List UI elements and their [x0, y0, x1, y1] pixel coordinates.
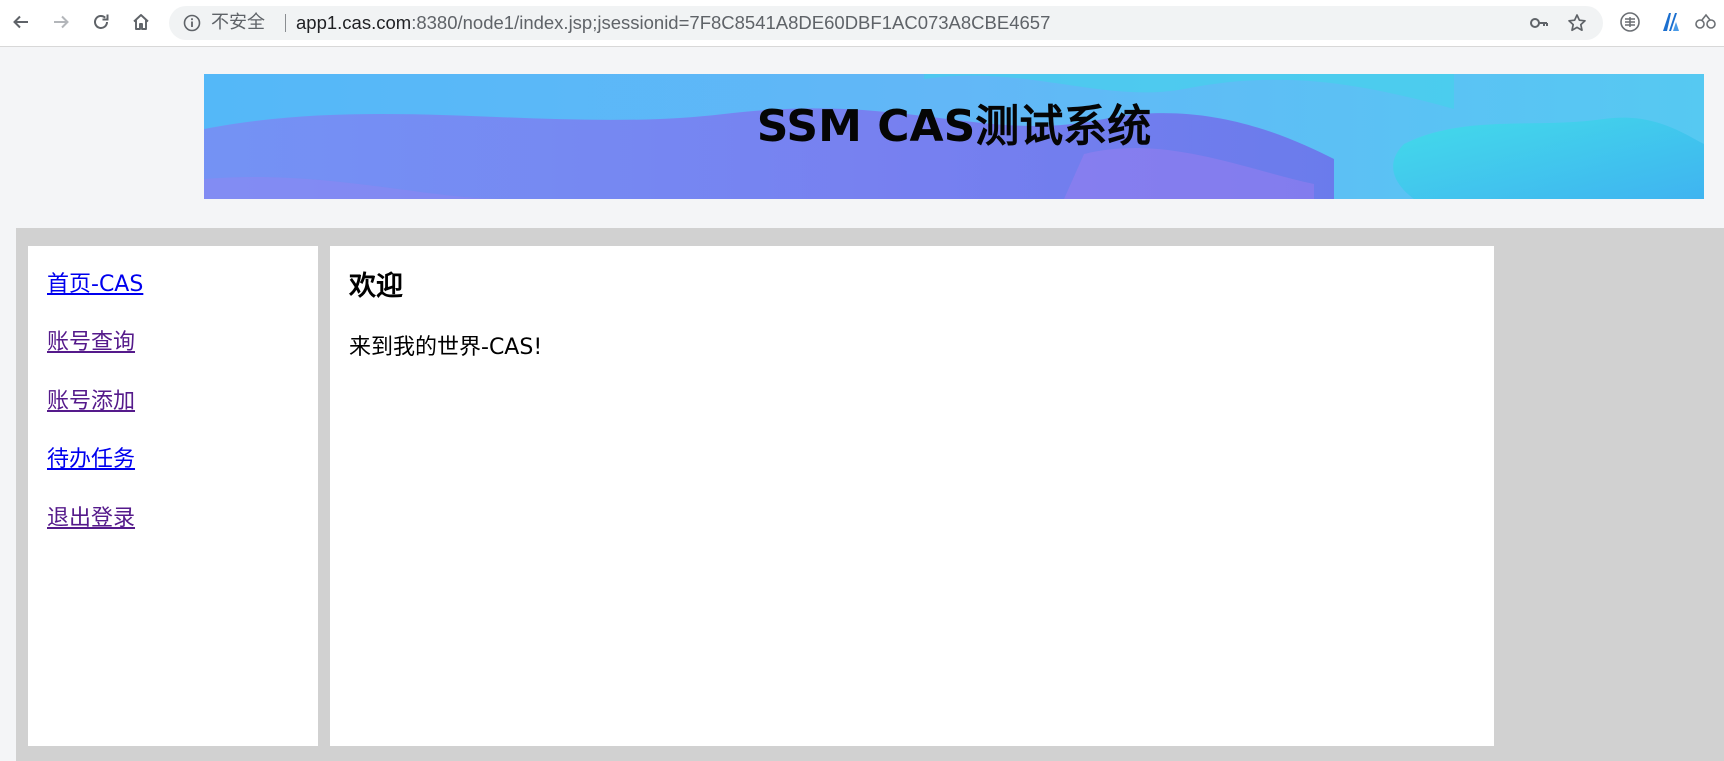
url-text[interactable]: app1.cas.com:8380/node1/index.jsp;jsessi…: [285, 6, 1050, 40]
cloud-extension-icon[interactable]: [1693, 9, 1719, 35]
nav-link-account-add[interactable]: 账号添加: [47, 383, 135, 415]
url-path: :8380/node1/index.jsp;jsessionid=7F8C854…: [411, 12, 1051, 33]
nav-link-account-query[interactable]: 账号查询: [47, 324, 135, 356]
key-icon[interactable]: [1529, 13, 1549, 33]
security-label[interactable]: 不安全: [211, 6, 265, 40]
extension-icon[interactable]: [1617, 9, 1643, 35]
star-icon[interactable]: [1567, 13, 1587, 33]
header-banner: SSM CAS测试系统: [204, 74, 1704, 199]
welcome-heading: 欢迎: [349, 271, 403, 302]
content-panel: 欢迎 来到我的世界-CAS!: [330, 246, 1494, 746]
browser-toolbar: 不安全 app1.cas.com:8380/node1/index.jsp;js…: [0, 0, 1724, 47]
address-bar[interactable]: 不安全 app1.cas.com:8380/node1/index.jsp;js…: [169, 6, 1603, 40]
forward-arrow-icon[interactable]: [48, 9, 74, 35]
info-icon[interactable]: [183, 14, 201, 32]
back-arrow-icon[interactable]: [8, 9, 34, 35]
reload-icon[interactable]: [88, 9, 114, 35]
nav-link-logout[interactable]: 退出登录: [47, 500, 135, 532]
home-icon[interactable]: [128, 9, 154, 35]
profile-logo-icon[interactable]: [1657, 9, 1683, 35]
site-title: SSM CAS测试系统: [756, 101, 1152, 152]
main-frame: 首页-CAS 账号查询 账号添加 待办任务 退出登录 欢迎 来到我的世界-CAS…: [16, 228, 1724, 761]
nav-link-home[interactable]: 首页-CAS: [47, 266, 143, 298]
nav-link-todo-tasks[interactable]: 待办任务: [47, 441, 135, 473]
welcome-message: 来到我的世界-CAS!: [349, 335, 543, 360]
url-host: app1.cas.com: [296, 12, 412, 33]
sidebar-nav: 首页-CAS 账号查询 账号添加 待办任务 退出登录: [28, 246, 318, 746]
